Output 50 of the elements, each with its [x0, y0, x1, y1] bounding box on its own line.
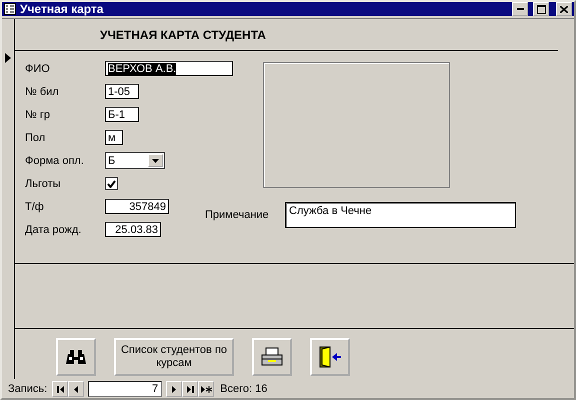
new-record-button[interactable]	[198, 381, 214, 397]
search-button[interactable]	[56, 338, 96, 376]
window-title: Учетная карта	[20, 2, 104, 16]
printer-icon	[260, 347, 284, 367]
close-button[interactable]	[556, 2, 572, 16]
checkbox[interactable]	[105, 177, 118, 190]
minimize-icon	[516, 8, 524, 10]
last-icon	[186, 386, 194, 392]
field-label: Пол	[25, 132, 46, 144]
field-label: № бил	[25, 86, 60, 98]
last-record-button[interactable]	[182, 381, 198, 397]
next-icon	[172, 386, 176, 392]
field-label: Т/ф	[25, 200, 45, 212]
field-label: Дата рожд.	[25, 224, 82, 236]
door-arrow-icon	[318, 345, 342, 369]
print-button[interactable]	[252, 338, 292, 376]
binoculars-icon	[66, 348, 86, 366]
new-record-icon	[200, 386, 212, 392]
previous-record-button[interactable]	[68, 381, 84, 397]
previous-icon	[74, 386, 78, 392]
close-icon	[560, 6, 568, 12]
maximize-button[interactable]	[533, 2, 549, 16]
field-label: Льготы	[25, 178, 62, 190]
maximize-icon	[536, 4, 546, 14]
text-field[interactable]: ВЕРХОВ А.В.	[105, 61, 233, 76]
dropdown-button[interactable]	[148, 154, 163, 167]
text-field[interactable]: 25.03.83	[105, 222, 161, 237]
text-field[interactable]: Б-1	[105, 107, 139, 122]
caret-icon	[152, 158, 159, 162]
report-button[interactable]: Список студентов по курсам	[114, 338, 234, 376]
form-heading: УЧЕТНАЯ КАРТА СТУДЕНТА	[100, 28, 266, 42]
field-label: Примечание	[205, 209, 270, 221]
field-label: ФИО	[25, 62, 51, 74]
record-pointer-icon	[5, 53, 13, 63]
minimize-button[interactable]	[512, 2, 528, 16]
text-field[interactable]: 357849	[105, 199, 169, 214]
total-label: Всего: 16	[220, 383, 268, 395]
field-label: № гр	[25, 108, 51, 120]
text-field[interactable]: 1-05	[105, 84, 139, 99]
record-label: Запись:	[8, 383, 48, 395]
record-number-field[interactable]: 7	[88, 381, 162, 397]
field-label: Форма опл.	[25, 154, 85, 166]
first-record-button[interactable]	[52, 381, 68, 397]
first-icon	[56, 386, 64, 392]
exit-button[interactable]	[310, 338, 350, 376]
note-field[interactable]: Служба в Чечне	[285, 202, 516, 228]
text-field[interactable]: м	[105, 130, 123, 145]
form-icon	[4, 3, 16, 15]
combo-box[interactable]: Б	[105, 152, 165, 169]
next-record-button[interactable]	[166, 381, 182, 397]
